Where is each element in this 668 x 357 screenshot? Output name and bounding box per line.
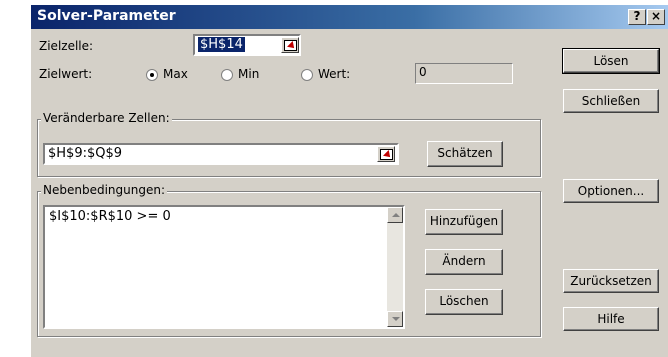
options-button[interactable]: Optionen... xyxy=(563,179,659,203)
constraints-title: Nebenbedingungen: xyxy=(41,183,167,197)
change-constraint-button[interactable]: Ändern xyxy=(425,249,503,275)
guess-button[interactable]: Schätzen xyxy=(427,141,503,167)
help-button[interactable]: Hilfe xyxy=(563,307,659,331)
title-bar[interactable]: Solver-Parameter ? × xyxy=(31,5,668,29)
radio-max[interactable] xyxy=(146,69,158,81)
help-icon[interactable]: ? xyxy=(628,9,646,25)
target-value-label: Zielwert: xyxy=(39,67,93,81)
reset-button[interactable]: Zurücksetzen xyxy=(563,269,659,293)
scroll-up-icon[interactable] xyxy=(387,207,403,223)
changing-cells-ref-icon[interactable] xyxy=(377,146,395,162)
target-value-field[interactable]: 0 xyxy=(415,63,513,84)
target-cell-ref-icon[interactable] xyxy=(281,37,299,53)
add-constraint-button[interactable]: Hinzufügen xyxy=(425,209,503,235)
radio-max-label: Max xyxy=(163,67,188,81)
constraints-list[interactable]: $I$10:$R$10 >= 0 xyxy=(43,205,405,329)
scroll-down-icon[interactable] xyxy=(387,311,403,327)
radio-min[interactable] xyxy=(221,69,233,81)
changing-cells-field[interactable]: $H$9:$Q$9 xyxy=(43,143,399,165)
radio-value[interactable] xyxy=(301,69,313,81)
solver-dialog: Solver-Parameter ? × Zielzelle: $H$14 Zi… xyxy=(30,4,668,357)
list-item[interactable]: $I$10:$R$10 >= 0 xyxy=(49,209,171,224)
target-cell-label: Zielzelle: xyxy=(39,39,94,53)
radio-value-label: Wert: xyxy=(318,67,351,81)
constraints-scrollbar[interactable] xyxy=(387,207,403,327)
window-title: Solver-Parameter xyxy=(37,8,176,24)
changing-cells-title: Veränderbare Zellen: xyxy=(41,111,172,125)
radio-min-label: Min xyxy=(238,67,260,81)
delete-constraint-button[interactable]: Löschen xyxy=(425,289,503,315)
close-icon[interactable]: × xyxy=(647,9,665,25)
solve-button[interactable]: Lösen xyxy=(562,48,660,74)
close-button[interactable]: Schließen xyxy=(563,89,659,113)
target-cell-value: $H$14 xyxy=(198,37,245,52)
